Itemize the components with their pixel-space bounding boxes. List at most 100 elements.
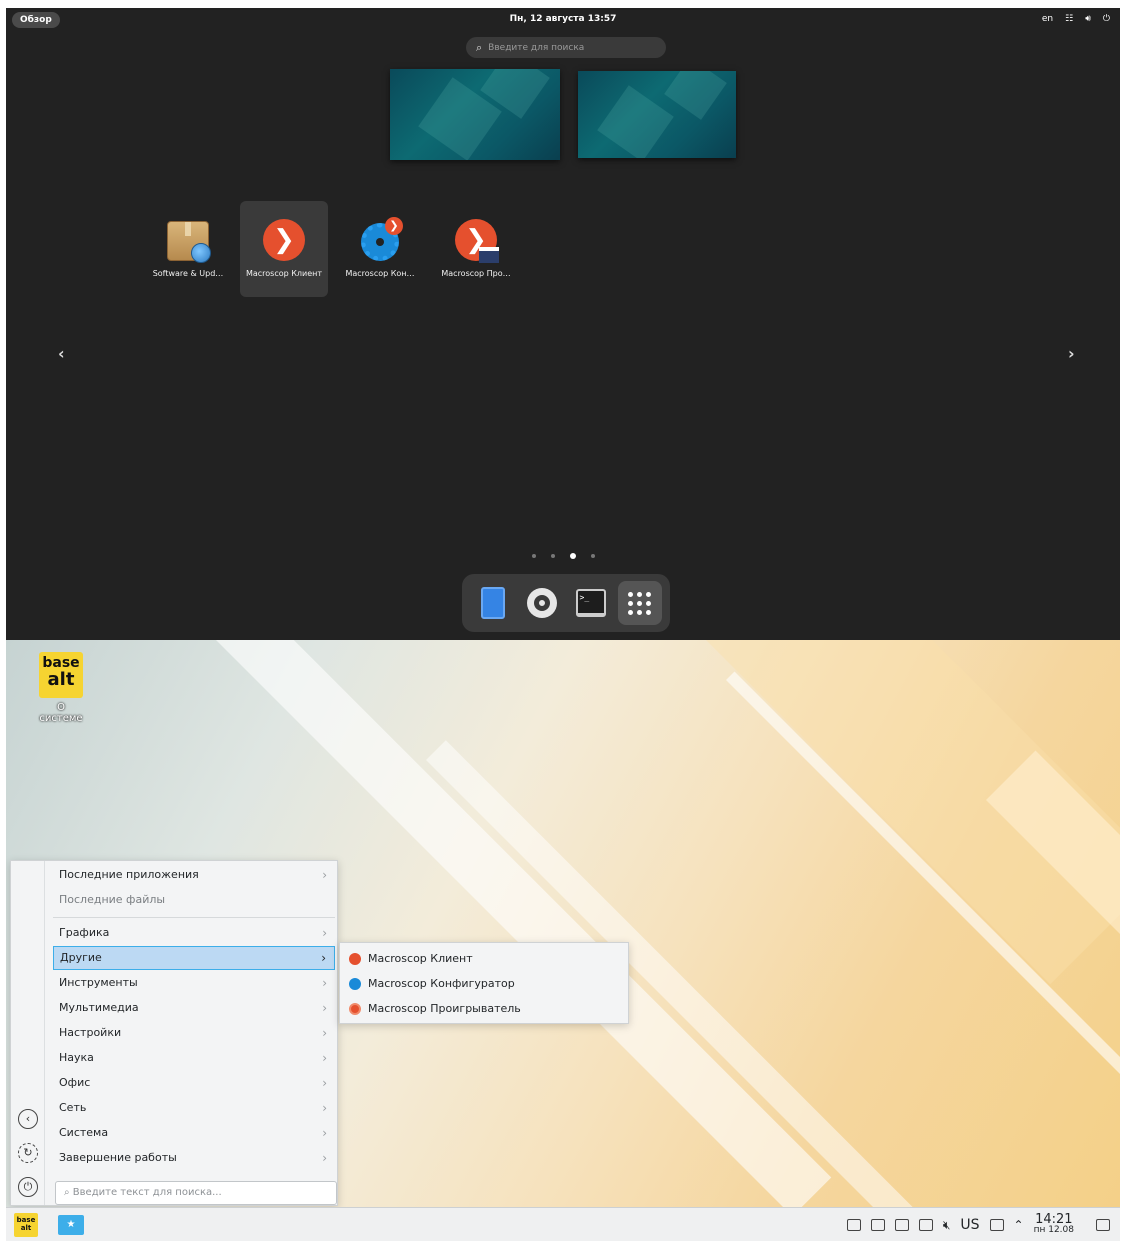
app-macroscop-player[interactable]: ❯ Macroscop Про… <box>432 201 520 297</box>
dash-settings[interactable] <box>520 581 564 625</box>
page-dot[interactable] <box>550 554 555 558</box>
notes-icon[interactable] <box>918 1219 933 1231</box>
menu-item-system[interactable]: Система › <box>53 1121 335 1145</box>
chevron-right-icon: › <box>322 1051 327 1065</box>
network-icon[interactable] <box>989 1219 1004 1231</box>
app-software-update[interactable]: Software & Upd… <box>144 201 232 297</box>
chevron-right-icon: › <box>322 1151 327 1165</box>
prev-page-icon[interactable]: ‹ <box>58 344 65 363</box>
chevron-up-icon[interactable]: ⌃ <box>1014 1218 1024 1232</box>
app-macroscop-config[interactable]: ❯ Macroscop Кон… <box>336 201 424 297</box>
basealt-logo-icon: base alt <box>39 652 83 698</box>
keyboard-layout[interactable]: US <box>960 1217 979 1233</box>
volume-icon[interactable]: 🔊︎ <box>1085 14 1091 24</box>
macroscop-player-icon: ❯ <box>453 217 499 263</box>
taskbar: base alt ★ 🔇︎ US ⌃ 14:21 пн 12.08 <box>6 1207 1120 1241</box>
submenu-item-macroscop-player[interactable]: Macroscop Проигрыватель <box>346 997 624 1021</box>
chevron-right-icon: › <box>322 1001 327 1015</box>
show-apps-icon <box>628 591 651 615</box>
menu-item-other[interactable]: Другие › <box>53 946 335 970</box>
macroscop-player-icon <box>349 1003 361 1015</box>
macroscop-config-icon <box>349 978 361 990</box>
screenshot-root: Обзор Пн, 12 августа 13:57 en ☷ 🔊︎ ⏻ ⌕ В… <box>0 0 1126 1241</box>
desktop-icon-label: О системе <box>39 702 83 724</box>
workspace-thumbnail[interactable] <box>578 71 736 158</box>
menu-item-network[interactable]: Сеть › <box>53 1096 335 1120</box>
app-label: Software & Upd… <box>152 269 224 278</box>
menu-item-recent-apps[interactable]: Последние приложения › <box>53 863 335 887</box>
menu-item-office[interactable]: Офис › <box>53 1071 335 1095</box>
app-label: Macroscop Клиент <box>245 269 323 278</box>
search-placeholder: Введите для поиска <box>488 42 585 53</box>
gnome-overview: Обзор Пн, 12 августа 13:57 en ☷ 🔊︎ ⏻ ⌕ В… <box>6 8 1120 640</box>
clipboard-icon[interactable] <box>894 1219 909 1231</box>
folder-icon[interactable]: ★ <box>58 1215 84 1235</box>
page-dot[interactable] <box>531 554 536 558</box>
system-tray: 🔇︎ US ⌃ 14:21 пн 12.08 <box>846 1208 1074 1241</box>
page-dot[interactable] <box>590 554 595 558</box>
app-grid: Software & Upd… ❯ Macroscop Клиент ❯ Mac… <box>144 201 520 297</box>
menu-item-shutdown[interactable]: Завершение работы › <box>53 1146 335 1170</box>
dash-files[interactable] <box>471 581 515 625</box>
settings-icon <box>526 588 557 618</box>
clock[interactable]: Пн, 12 августа 13:57 <box>6 14 1120 24</box>
power-icon[interactable]: ⏻ <box>18 1177 38 1197</box>
chevron-right-icon: › <box>322 1101 327 1115</box>
chevron-right-icon: › <box>322 868 327 882</box>
terminal-icon: >_ <box>575 589 606 617</box>
search-icon: ⌕ <box>476 40 483 54</box>
chevron-right-icon: › <box>322 1076 327 1090</box>
macroscop-client-icon: ❯ <box>261 217 307 263</box>
display-icon[interactable] <box>846 1219 861 1231</box>
menu-item-graphics[interactable]: Графика › <box>53 921 335 945</box>
network-icon[interactable]: ☷ <box>1065 14 1073 24</box>
show-desktop-icon[interactable] <box>1096 1219 1110 1231</box>
menu-item-multimedia[interactable]: Мультимедиа › <box>53 996 335 1020</box>
restart-icon[interactable]: ↻ <box>18 1143 38 1163</box>
chevron-right-icon: › <box>322 976 327 990</box>
submenu-item-macroscop-config[interactable]: Macroscop Конфигуратор <box>346 972 624 996</box>
dash-show-apps[interactable] <box>617 581 662 625</box>
back-icon[interactable]: ‹ <box>18 1109 38 1129</box>
wallpaper-shape <box>597 85 674 158</box>
chevron-right-icon: › <box>322 1126 327 1140</box>
menu-item-settings[interactable]: Настройки › <box>53 1021 335 1045</box>
menu-separator <box>53 917 335 918</box>
application-menu: ‹ ↻ ⏻ Последние приложения › Последние фа… <box>10 860 338 1206</box>
system-tray[interactable]: en ☷ 🔊︎ ⏻ <box>1042 14 1110 24</box>
menu-item-science[interactable]: Наука › <box>53 1046 335 1070</box>
submenu-item-macroscop-client[interactable]: Macroscop Клиент <box>346 947 624 971</box>
desktop: base alt О системе ‹ ↻ ⏻ Последние прило… <box>6 640 1120 1241</box>
menu-search-input[interactable]: ⌕ Введите текст для поиска... <box>55 1181 337 1205</box>
dash: >_ <box>462 574 670 632</box>
lang-indicator[interactable]: en <box>1042 14 1053 24</box>
dash-terminal[interactable]: >_ <box>569 581 613 625</box>
menu-item-recent-files[interactable]: Последние файлы <box>53 888 335 912</box>
menu-item-tools[interactable]: Инструменты › <box>53 971 335 995</box>
chevron-right-icon: › <box>321 951 326 965</box>
page-dot-current[interactable] <box>569 553 576 559</box>
app-launcher-button[interactable]: base alt <box>14 1213 38 1237</box>
search-icon: ⌕ <box>64 1187 70 1198</box>
power-icon[interactable]: ⏻ <box>1103 14 1110 24</box>
macroscop-config-icon: ❯ <box>357 217 403 263</box>
wallpaper-shape <box>664 71 727 120</box>
chevron-right-icon: › <box>322 926 327 940</box>
app-macroscop-client[interactable]: ❯ Macroscop Клиент <box>240 201 328 297</box>
files-icon <box>480 587 505 619</box>
top-bar: Обзор Пн, 12 августа 13:57 en ☷ 🔊︎ ⏻ <box>6 8 1120 32</box>
search-input[interactable]: ⌕ Введите для поиска <box>466 37 666 58</box>
drive-icon[interactable] <box>870 1219 885 1231</box>
panel-clock[interactable]: 14:21 пн 12.08 <box>1034 1213 1074 1236</box>
app-label: Macroscop Про… <box>441 269 511 278</box>
workspace-thumbnail[interactable] <box>390 69 560 160</box>
submenu-other: Macroscop Клиент Macroscop Конфигуратор … <box>339 942 629 1024</box>
volume-muted-icon[interactable]: 🔇︎ <box>943 1218 951 1233</box>
chevron-right-icon: › <box>322 1026 327 1040</box>
menu-sidebar: ‹ ↻ ⏻ <box>11 861 45 1205</box>
package-icon <box>165 217 211 263</box>
next-page-icon[interactable]: › <box>1068 344 1075 363</box>
page-indicator <box>6 553 1120 559</box>
desktop-icon-about[interactable]: base alt О системе <box>36 652 86 724</box>
app-label: Macroscop Кон… <box>345 269 415 278</box>
